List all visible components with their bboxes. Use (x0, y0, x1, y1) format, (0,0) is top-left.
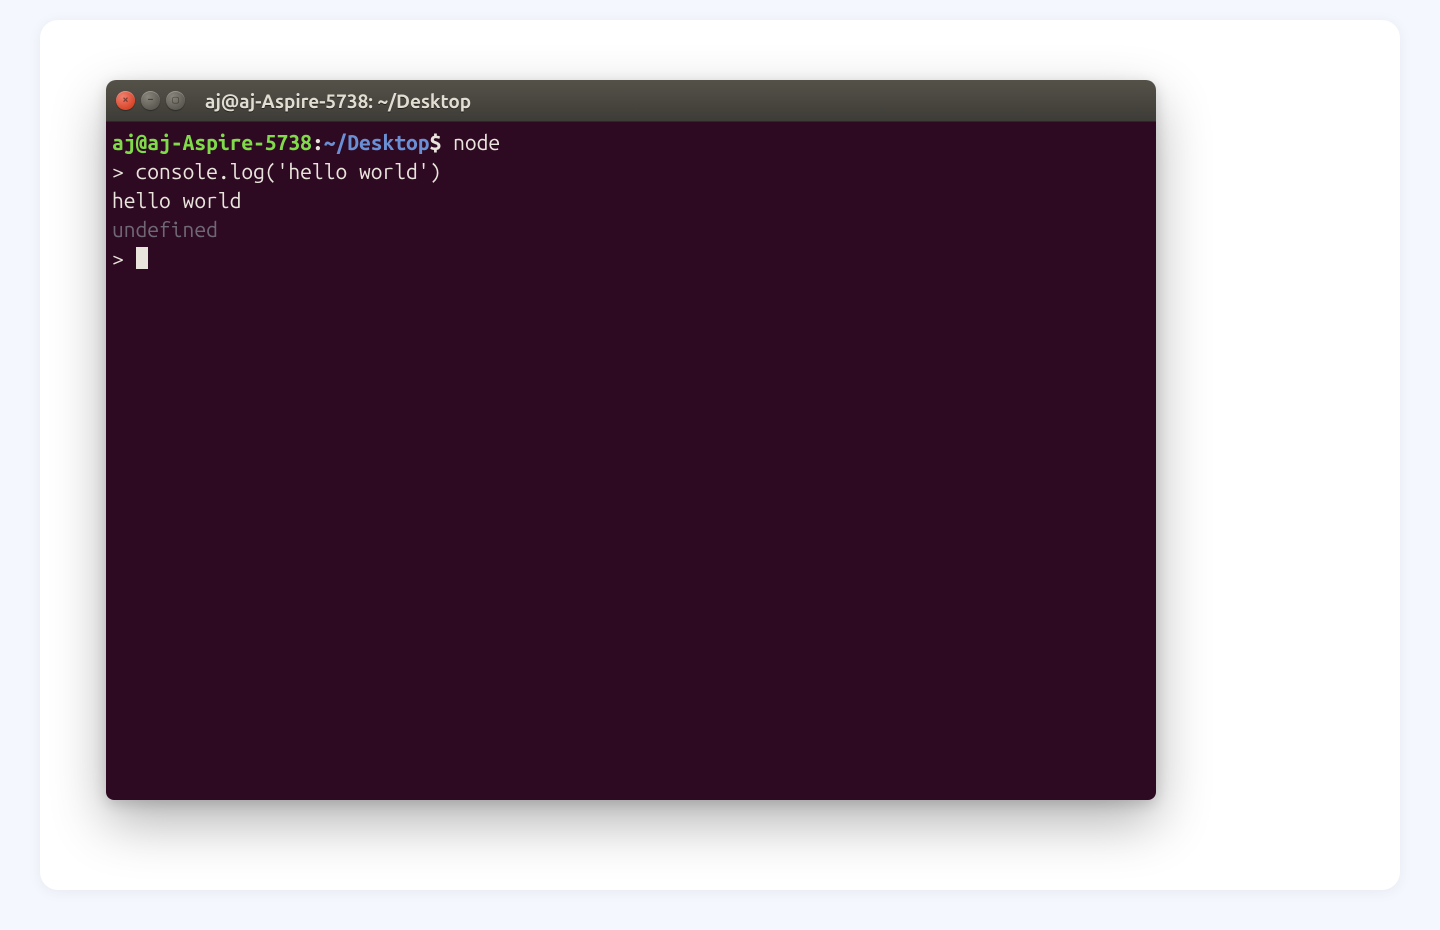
cursor-icon (136, 247, 148, 269)
minimize-icon: – (147, 95, 153, 106)
terminal-window: × – ▢ aj@aj-Aspire-5738: ~/Desktop aj@aj… (106, 80, 1156, 800)
repl-prompt-2: > (112, 246, 124, 270)
prompt-host: aj-Aspire-5738 (147, 130, 312, 154)
maximize-icon: ▢ (172, 95, 179, 106)
close-icon: × (122, 95, 128, 106)
prompt-path: ~/Desktop (324, 130, 430, 154)
prompt-user: aj (112, 130, 136, 154)
minimize-button[interactable]: – (141, 91, 160, 110)
stdout-1: hello world (112, 188, 241, 212)
maximize-button[interactable]: ▢ (166, 91, 185, 110)
page-card: × – ▢ aj@aj-Aspire-5738: ~/Desktop aj@aj… (40, 20, 1400, 890)
prompt-colon: : (312, 130, 324, 154)
titlebar[interactable]: × – ▢ aj@aj-Aspire-5738: ~/Desktop (106, 80, 1156, 122)
repl-prompt-1: > (112, 159, 124, 183)
window-title: aj@aj-Aspire-5738: ~/Desktop (205, 90, 471, 112)
repl-input-1: console.log('hello world') (136, 159, 442, 183)
prompt-at: @ (136, 130, 148, 154)
shell-command: node (453, 130, 500, 154)
close-button[interactable]: × (116, 91, 135, 110)
repl-return-1: undefined (112, 217, 218, 241)
terminal-body[interactable]: aj@aj-Aspire-5738:~/Desktop$ node > cons… (106, 122, 1156, 800)
prompt-sigil: $ (430, 130, 442, 154)
